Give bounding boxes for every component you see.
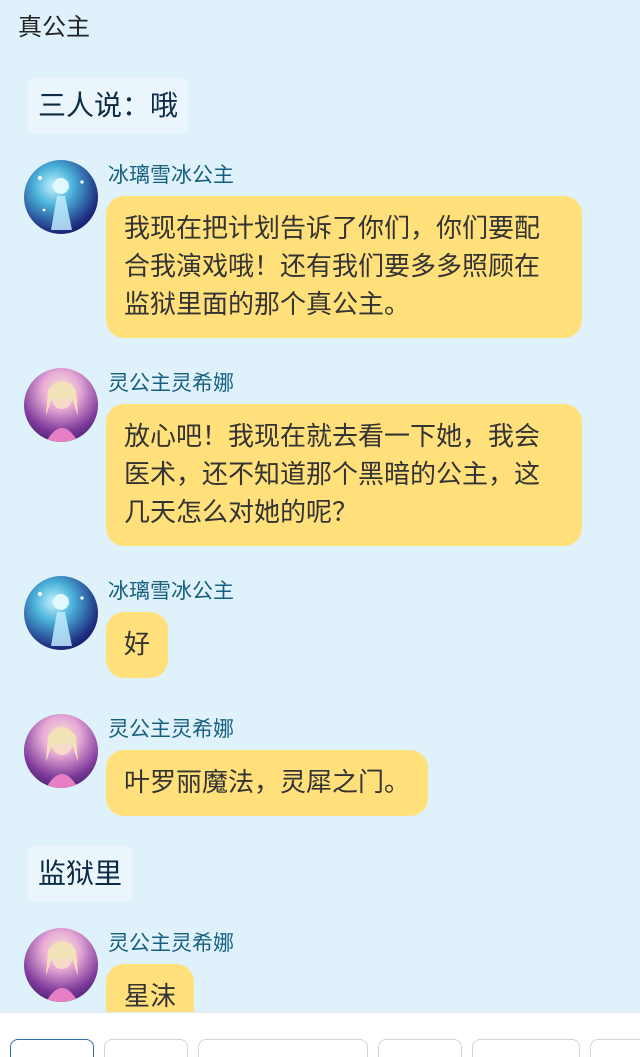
sender-name: 灵公主灵希娜 <box>108 931 234 955</box>
page-title: 真公主 <box>18 13 90 41</box>
ling-princess-avatar[interactable] <box>24 928 98 1002</box>
narration-bubble: 监狱里 <box>28 846 133 902</box>
princess-figure-icon <box>46 381 78 442</box>
chat-message: 冰璃雪冰公主 好 <box>24 576 624 688</box>
chat-message: 灵公主灵希娜 放心吧！我现在就去看一下她，我会医术，还不知道那个黑暗的公主，这几… <box>24 368 624 552</box>
tab-button[interactable] <box>104 1039 188 1057</box>
chat-message: 灵公主灵希娜 叶罗丽魔法，灵犀之门。 <box>24 714 624 826</box>
ice-princess-avatar[interactable] <box>24 160 98 234</box>
sender-name: 灵公主灵希娜 <box>108 717 234 741</box>
bottom-tab-bar <box>0 1012 640 1057</box>
tab-button[interactable] <box>472 1039 580 1057</box>
chat-message: 灵公主灵希娜 星沫 <box>24 928 624 1012</box>
chat-message: 冰璃雪冰公主 我现在把计划告诉了你们，你们要配合我演戏哦！还有我们要多多照顾在监… <box>24 160 624 344</box>
princess-figure-icon <box>46 727 78 788</box>
message-bubble[interactable]: 放心吧！我现在就去看一下她，我会医术，还不知道那个黑暗的公主，这几天怎么对她的呢… <box>106 404 582 546</box>
ling-princess-avatar[interactable] <box>24 714 98 788</box>
sender-name: 冰璃雪冰公主 <box>108 163 234 187</box>
princess-figure-icon <box>38 176 84 230</box>
tab-button[interactable] <box>378 1039 462 1057</box>
narration-bubble: 三人说：哦 <box>28 78 189 134</box>
sender-name: 灵公主灵希娜 <box>108 371 234 395</box>
princess-figure-icon <box>46 941 78 1002</box>
sender-name: 冰璃雪冰公主 <box>108 579 234 603</box>
message-bubble[interactable]: 叶罗丽魔法，灵犀之门。 <box>106 750 429 816</box>
ling-princess-avatar[interactable] <box>24 368 98 442</box>
search-icon[interactable] <box>590 1039 640 1057</box>
message-bubble[interactable]: 我现在把计划告诉了你们，你们要配合我演戏哦！还有我们要多多照顾在监狱里面的那个真… <box>106 196 582 338</box>
ice-princess-avatar[interactable] <box>24 576 98 650</box>
tab-button[interactable] <box>198 1039 368 1057</box>
princess-figure-icon <box>38 592 84 646</box>
message-bubble[interactable]: 星沫 <box>106 964 195 1012</box>
message-bubble[interactable]: 好 <box>106 612 169 678</box>
tab-button[interactable] <box>10 1039 94 1057</box>
